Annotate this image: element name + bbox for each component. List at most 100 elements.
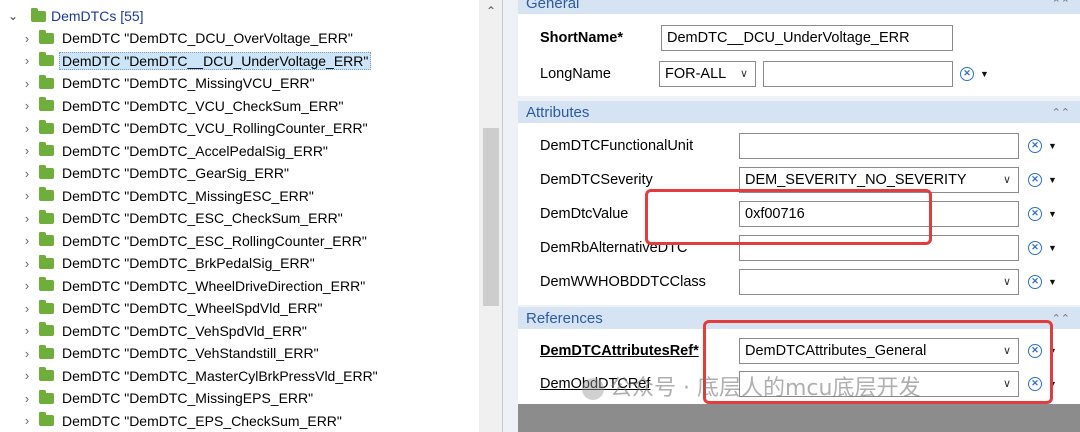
tree-item[interactable]: › DemDTC "DemDTC_VehSpdVld_ERR"	[0, 320, 475, 343]
chevron-right-icon[interactable]: ›	[20, 278, 34, 293]
tree-item-label: DemDTC "DemDTC_EPS_CheckSum_ERR"	[62, 412, 342, 429]
tree-item[interactable]: › DemDTC "DemDTC__DCU_UnderVoltage_ERR"	[0, 50, 475, 73]
wechat-logo-icon	[582, 378, 604, 400]
folder-icon	[39, 164, 54, 179]
folder-icon	[39, 142, 54, 157]
chevron-right-icon[interactable]: ›	[20, 188, 34, 203]
collapse-icon[interactable]: ⌃⌃	[1052, 312, 1070, 325]
collapse-icon[interactable]: ⌃⌃	[1052, 106, 1070, 119]
tree-item[interactable]: › DemDTC "DemDTC_MissingESC_ERR"	[0, 185, 475, 208]
longname-input[interactable]	[763, 61, 953, 87]
dropdown-triangle-icon[interactable]: ▼	[1048, 141, 1057, 151]
folder-icon	[39, 232, 54, 247]
chevron-right-icon[interactable]: ›	[20, 413, 34, 428]
tree-item-label: DemDTC "DemDTC_MissingVCU_ERR"	[62, 75, 315, 92]
clear-circle-icon[interactable]: ✕	[1028, 173, 1042, 187]
functionalunit-label: DemDTCFunctionalUnit	[540, 138, 694, 154]
collapse-icon[interactable]: ⌃⌃	[1052, 0, 1070, 10]
chevron-right-icon[interactable]: ›	[20, 121, 34, 136]
folder-icon	[39, 322, 54, 337]
dropdown-triangle-icon[interactable]: ▼	[1048, 175, 1057, 185]
chevron-down-icon[interactable]: ⌄	[0, 9, 26, 23]
chevron-right-icon[interactable]: ›	[20, 53, 34, 68]
dtcvalue-actions[interactable]: ✕ ▼	[1028, 204, 1060, 224]
chevron-right-icon[interactable]: ›	[20, 98, 34, 113]
tree-item-label: DemDTC "DemDTC__DCU_UnderVoltage_ERR"	[59, 51, 372, 70]
scrollbar-thumb[interactable]	[483, 128, 499, 306]
tree-item-label: DemDTC "DemDTC_DCU_OverVoltage_ERR"	[62, 30, 353, 47]
chevron-right-icon[interactable]: ›	[20, 233, 34, 248]
chevron-right-icon[interactable]: ›	[20, 31, 34, 46]
clear-circle-icon[interactable]: ✕	[1028, 207, 1042, 221]
wwhobdclass-select[interactable]: ∨	[739, 269, 1019, 295]
wwhobdclass-label: DemWWHOBDDTCClass	[540, 274, 706, 290]
tree-item[interactable]: › DemDTC "DemDTC_BrkPedalSig_ERR"	[0, 252, 475, 275]
tree-item[interactable]: › DemDTC "DemDTC_ESC_CheckSum_ERR"	[0, 207, 475, 230]
tree-item[interactable]: › DemDTC "DemDTC_VehStandstill_ERR"	[0, 342, 475, 365]
chevron-right-icon[interactable]: ›	[20, 391, 34, 406]
tree-root-demdtcs[interactable]: ⌄ DemDTCs [55]	[0, 6, 144, 26]
clear-circle-icon[interactable]: ✕	[960, 67, 974, 81]
tree-item[interactable]: › DemDTC "DemDTC_MasterCylBrkPressVld_ERR…	[0, 365, 475, 388]
section-header-attributes[interactable]: Attributes ⌃⌃	[518, 101, 1080, 123]
chevron-right-icon[interactable]: ›	[20, 368, 34, 383]
tree-item[interactable]: › DemDTC "DemDTC_WheelSpdVld_ERR"	[0, 297, 475, 320]
chevron-right-icon[interactable]: ›	[20, 143, 34, 158]
tree-item[interactable]: › DemDTC "DemDTC_VCU_CheckSum_ERR"	[0, 95, 475, 118]
clear-circle-icon[interactable]: ✕	[1028, 241, 1042, 255]
clear-circle-icon[interactable]: ✕	[1028, 275, 1042, 289]
dropdown-triangle-icon[interactable]: ▼	[1048, 243, 1057, 253]
tree-root-label: DemDTCs [55]	[51, 8, 144, 24]
severity-actions[interactable]: ✕ ▼	[1028, 170, 1060, 190]
scroll-up-icon[interactable]: ⌃	[479, 4, 502, 18]
tree-item[interactable]: › DemDTC "DemDTC_MissingVCU_ERR"	[0, 72, 475, 95]
dropdown-triangle-icon[interactable]: ▼	[1048, 209, 1057, 219]
tree-item[interactable]: › DemDTC "DemDTC_AccelPedalSig_ERR"	[0, 140, 475, 163]
wwhobdclass-actions[interactable]: ✕ ▼	[1028, 272, 1060, 292]
tree-item[interactable]: › DemDTC "DemDTC_DCU_OverVoltage_ERR"	[0, 27, 475, 50]
chevron-right-icon[interactable]: ›	[20, 166, 34, 181]
clear-circle-icon[interactable]: ✕	[1028, 139, 1042, 153]
chevron-right-icon[interactable]: ›	[20, 211, 34, 226]
chevron-right-icon[interactable]: ›	[20, 301, 34, 316]
longname-language-select[interactable]: FOR-ALL ∨	[659, 61, 756, 87]
tree-item-label: DemDTC "DemDTC_BrkPedalSig_ERR"	[62, 255, 315, 272]
section-header-general[interactable]: General ⌃⌃	[518, 0, 1080, 14]
attributesref-label[interactable]: DemDTCAttributesRef*	[540, 343, 699, 359]
chevron-right-icon[interactable]: ›	[20, 346, 34, 361]
chevron-right-icon[interactable]: ›	[20, 256, 34, 271]
highlight-dtcvalue	[645, 189, 932, 245]
tree-item-label: DemDTC "DemDTC_MasterCylBrkPressVld_ERR"	[62, 367, 378, 384]
severity-value: DEM_SEVERITY_NO_SEVERITY	[745, 172, 967, 188]
dropdown-triangle-icon[interactable]: ▼	[980, 69, 989, 79]
tree-item[interactable]: › DemDTC "DemDTC_EPS_CheckSum_ERR"	[0, 410, 475, 432]
watermark: 公众号 · 底层人的mcu底层开发	[582, 370, 920, 402]
tree-item[interactable]: › DemDTC "DemDTC_VCU_RollingCounter_ERR"	[0, 117, 475, 140]
chevron-down-icon[interactable]: ∨	[996, 168, 1018, 192]
shortname-input[interactable]: DemDTC__DCU_UnderVoltage_ERR	[661, 25, 953, 51]
tree-item-label: DemDTC "DemDTC_VehSpdVld_ERR"	[62, 322, 307, 339]
chevron-down-icon[interactable]: ∨	[733, 62, 755, 86]
folder-icon	[39, 367, 54, 382]
dropdown-triangle-icon[interactable]: ▼	[1048, 277, 1057, 287]
functionalunit-input[interactable]	[739, 133, 1019, 159]
tree-item[interactable]: › DemDTC "DemDTC_ESC_RollingCounter_ERR"	[0, 230, 475, 253]
folder-icon	[39, 389, 54, 404]
shortname-label: ShortName*	[540, 30, 623, 46]
alternativedtc-actions[interactable]: ✕ ▼	[1028, 238, 1060, 258]
tree-item[interactable]: › DemDTC "DemDTC_MissingEPS_ERR"	[0, 387, 475, 410]
tree-item-label: DemDTC "DemDTC_ESC_RollingCounter_ERR"	[62, 232, 367, 249]
folder-icon	[39, 187, 54, 202]
chevron-right-icon[interactable]: ›	[20, 76, 34, 91]
functionalunit-actions[interactable]: ✕ ▼	[1028, 136, 1060, 156]
chevron-right-icon[interactable]: ›	[20, 323, 34, 338]
folder-icon	[39, 254, 54, 269]
tree-item-label: DemDTC "DemDTC_VehStandstill_ERR"	[62, 345, 319, 362]
tree-item-label: DemDTC "DemDTC_GearSig_ERR"	[62, 165, 289, 182]
chevron-down-icon[interactable]: ∨	[996, 270, 1018, 294]
longname-actions[interactable]: ✕ ▼	[960, 64, 992, 84]
tree-item-label: DemDTC "DemDTC_VCU_RollingCounter_ERR"	[62, 120, 368, 137]
tree-scrollbar[interactable]: ⌃	[479, 0, 502, 432]
tree-item[interactable]: › DemDTC "DemDTC_WheelDriveDirection_ERR"	[0, 275, 475, 298]
tree-item[interactable]: › DemDTC "DemDTC_GearSig_ERR"	[0, 162, 475, 185]
